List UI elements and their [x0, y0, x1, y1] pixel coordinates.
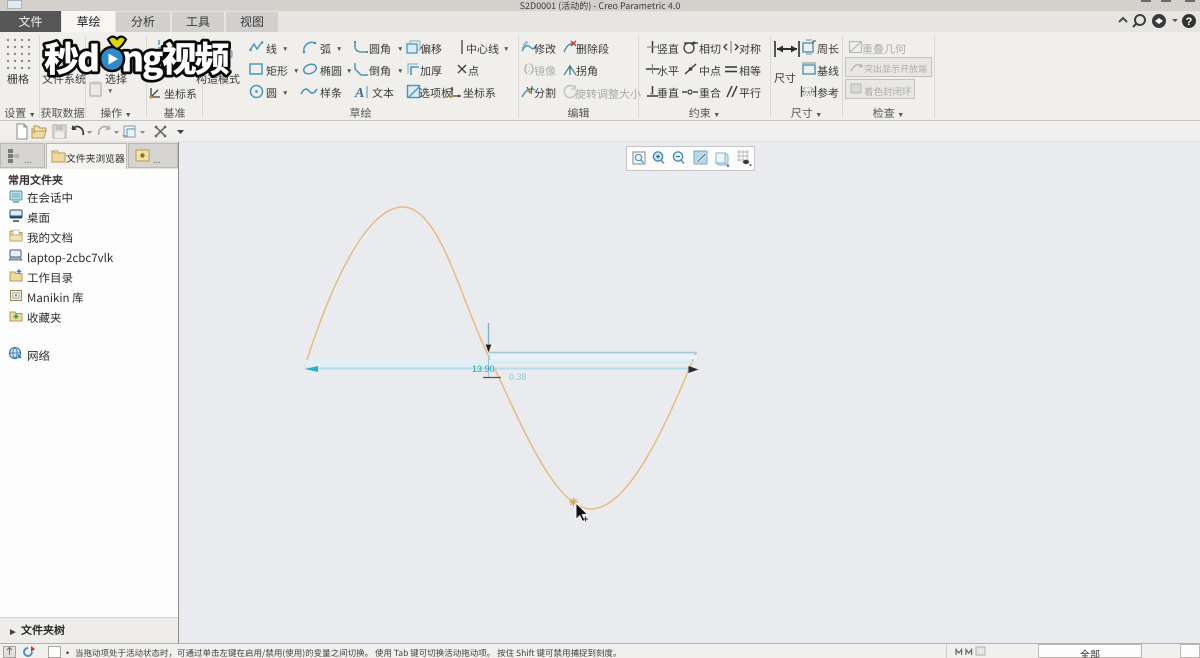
svg-text:ref: ref: [805, 87, 814, 96]
svg-text:13.90: 13.90: [472, 364, 495, 374]
svg-text:0.38: 0.38: [509, 372, 527, 382]
svg-text:?: ?: [1186, 16, 1193, 28]
svg-text:A: A: [354, 86, 364, 99]
svg-text:秒d: 秒d: [44, 32, 98, 83]
svg-text:ng视频: ng视频: [121, 32, 230, 83]
